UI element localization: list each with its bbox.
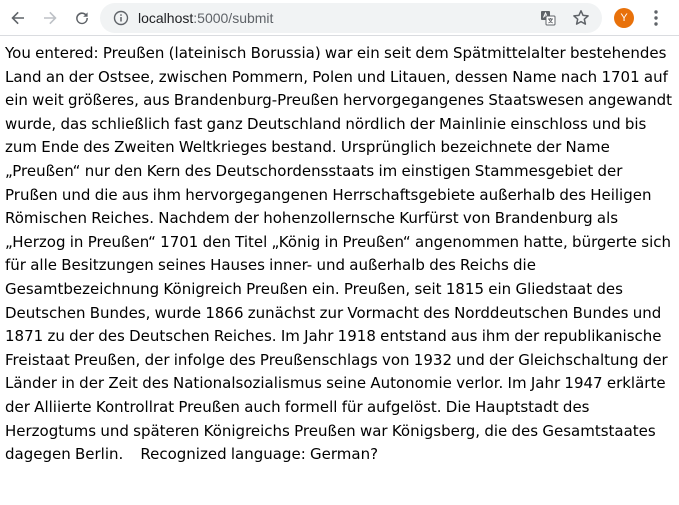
recognized-language: Recognized language: German? xyxy=(140,445,379,464)
back-arrow-icon xyxy=(11,11,24,25)
profile-avatar[interactable]: Y xyxy=(614,8,634,28)
star-icon[interactable] xyxy=(572,9,590,27)
url-text[interactable]: localhost:5000/submit xyxy=(138,3,273,33)
back-button[interactable] xyxy=(6,6,30,30)
reload-icon xyxy=(76,12,88,25)
url-host: localhost xyxy=(138,10,194,26)
url-path: :5000/submit xyxy=(193,10,274,26)
submitted-text: You entered: Preußen (lateinisch Borussi… xyxy=(5,44,672,464)
forward-arrow-icon xyxy=(44,11,57,25)
forward-button[interactable] xyxy=(38,6,62,30)
browser-toolbar: localhost:5000/submit Y xyxy=(0,0,679,36)
page-content: You entered: Preußen (lateinisch Borussi… xyxy=(5,42,673,467)
translate-icon[interactable] xyxy=(540,10,556,26)
address-bar[interactable]: localhost:5000/submit xyxy=(100,3,602,33)
info-icon[interactable] xyxy=(113,10,129,26)
reload-button[interactable] xyxy=(70,6,94,30)
kebab-menu-icon[interactable] xyxy=(646,8,666,28)
